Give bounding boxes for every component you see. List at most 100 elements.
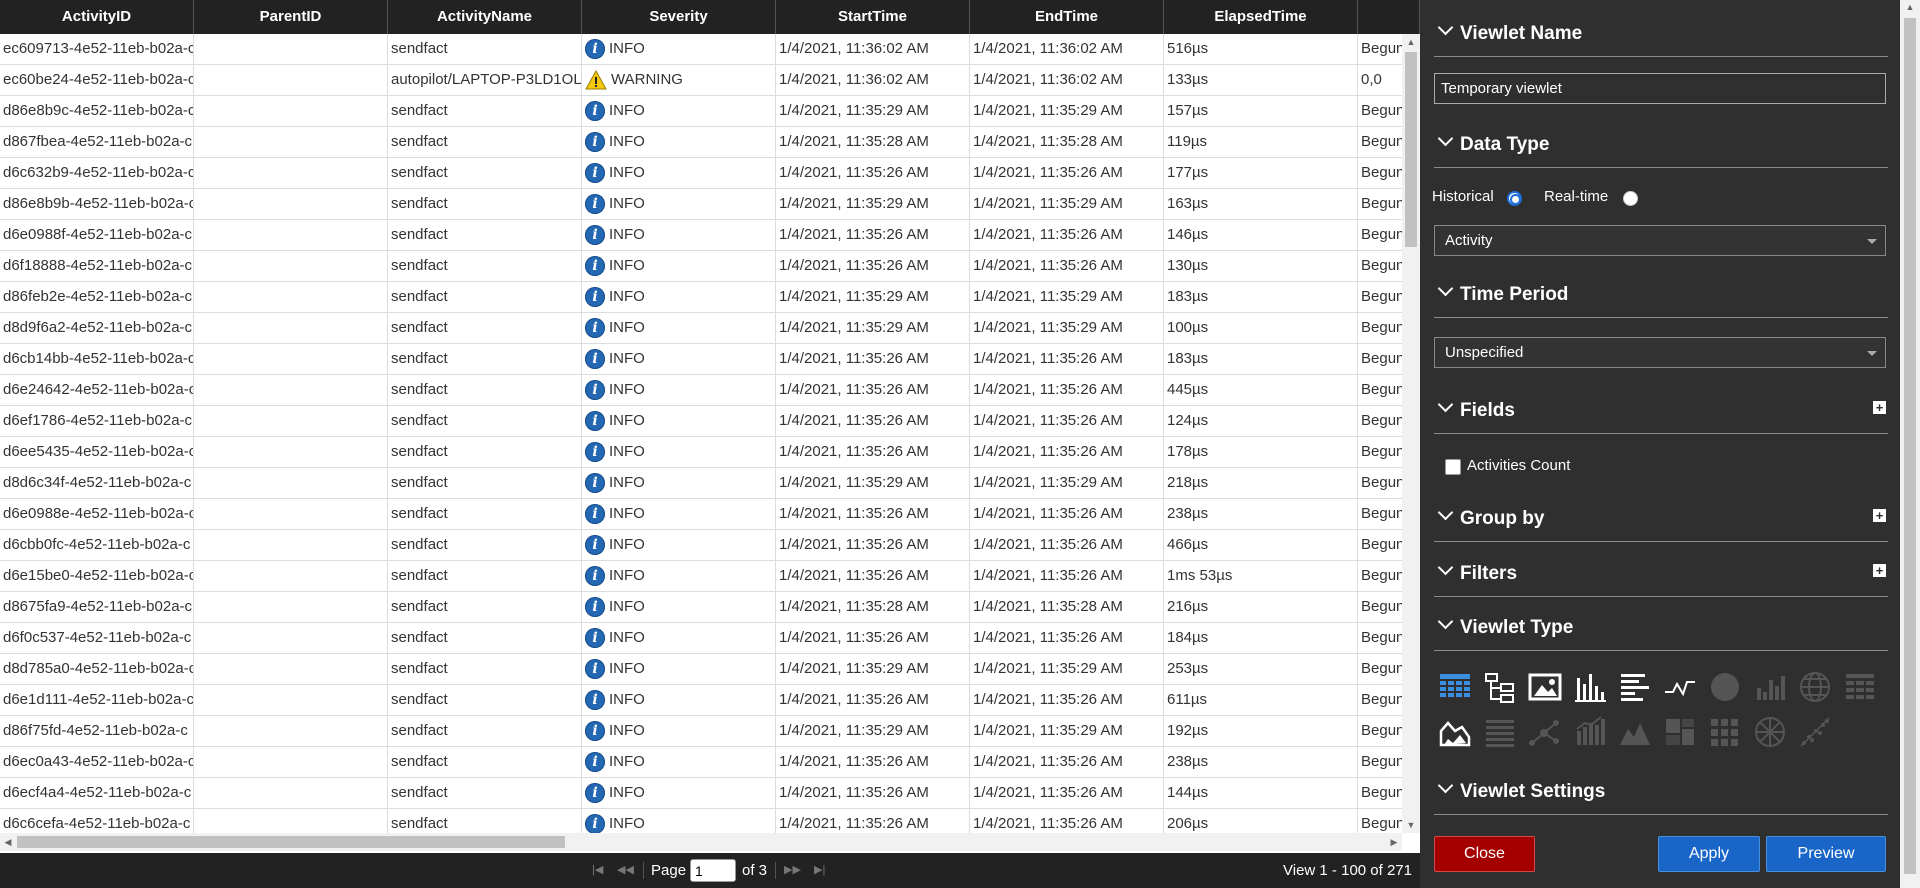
pie-chart-icon[interactable] — [1708, 670, 1742, 704]
column-header[interactable] — [1358, 0, 1420, 34]
section-data-type[interactable]: Data Type — [1434, 127, 1888, 168]
horizontal-bar-icon[interactable] — [1618, 670, 1652, 704]
table-row[interactable]: d86feb2e-4e52-11eb-b02a-c sendfact i INFO 1/… — [0, 282, 1402, 313]
heatmap-icon[interactable] — [1843, 670, 1877, 704]
table-row[interactable]: d6cbb0fc-4e52-11eb-b02a-c sendfact i INFO 1/… — [0, 530, 1402, 561]
add-filter-icon[interactable]: + — [1873, 564, 1886, 577]
table-row[interactable]: d6ee5435-4e52-11eb-b02a-c sendfact i INFO 1/… — [0, 437, 1402, 468]
table-row[interactable]: ec609713-4e52-11eb-b02a-c sendfact i INFO 1/… — [0, 34, 1402, 65]
table-row[interactable]: d867fbea-4e52-11eb-b02a-c sendfact i INFO 1/… — [0, 127, 1402, 158]
horizontal-scroll-thumb[interactable] — [17, 836, 565, 848]
extra-cell: Begun — [1358, 158, 1402, 188]
image-icon[interactable] — [1528, 670, 1562, 704]
column-header[interactable]: ElapsedTime — [1164, 0, 1358, 34]
severity-cell: i INFO — [582, 158, 776, 188]
grid-icon[interactable] — [1708, 715, 1742, 749]
table-row[interactable]: d6ef1786-4e52-11eb-b02a-c sendfact i INFO 1/… — [0, 406, 1402, 437]
table-row[interactable]: d6ecf4a4-4e52-11eb-b02a-c sendfact i INFO 1/… — [0, 778, 1402, 809]
list-icon[interactable] — [1483, 715, 1517, 749]
historical-radio[interactable] — [1507, 191, 1522, 206]
viewlet-name-input[interactable] — [1434, 73, 1886, 104]
table-row[interactable]: d6e15be0-4e52-11eb-b02a-c sendfact i INFO 1/… — [0, 561, 1402, 592]
tree-icon[interactable] — [1483, 670, 1517, 704]
mountain-icon[interactable] — [1618, 715, 1652, 749]
table-row[interactable]: d86e8b9c-4e52-11eb-b02a-c sendfact i INFO 1/… — [0, 96, 1402, 127]
chevron-down-icon[interactable] — [1437, 613, 1454, 630]
chevron-down-icon[interactable] — [1437, 559, 1454, 576]
scatter-plot-icon[interactable] — [1798, 715, 1832, 749]
add-group-by-icon[interactable]: + — [1873, 509, 1886, 522]
globe-icon[interactable] — [1798, 670, 1832, 704]
table-row[interactable]: d8675fa9-4e52-11eb-b02a-c sendfact i INFO 1/… — [0, 592, 1402, 623]
column-header[interactable]: ActivityID — [0, 0, 194, 34]
bar-chart-icon[interactable] — [1573, 670, 1607, 704]
table-row[interactable]: d6cb14bb-4e52-11eb-b02a-c sendfact i INFO 1/… — [0, 344, 1402, 375]
panel-scroll-thumb[interactable] — [1904, 18, 1916, 874]
table-row[interactable]: d6c632b9-4e52-11eb-b02a-c sendfact i INFO 1/… — [0, 158, 1402, 189]
next-page-icon[interactable]: ▶▶ — [784, 853, 801, 888]
scroll-down-arrow-icon[interactable]: ▼ — [1402, 817, 1420, 833]
column-header[interactable]: ActivityName — [388, 0, 582, 34]
apply-button[interactable]: Apply — [1658, 836, 1760, 872]
column-header[interactable]: StartTime — [776, 0, 970, 34]
section-filters[interactable]: Filters + — [1434, 556, 1888, 597]
realtime-radio[interactable] — [1623, 191, 1638, 206]
table-row[interactable]: d6e1d111-4e52-11eb-b02a-c sendfact i INFO 1/… — [0, 685, 1402, 716]
scroll-up-arrow-icon[interactable]: ▲ — [1402, 34, 1420, 50]
stacked-column-icon[interactable] — [1573, 715, 1607, 749]
table-row[interactable]: d6e24642-4e52-11eb-b02a-c sendfact i INFO 1/… — [0, 375, 1402, 406]
time-period-select[interactable]: Unspecified — [1434, 337, 1886, 368]
activities-count-checkbox[interactable] — [1445, 459, 1461, 475]
section-viewlet-name[interactable]: Viewlet Name — [1434, 16, 1888, 57]
table-row[interactable]: d6ec0a43-4e52-11eb-b02a-c sendfact i INFO 1/… — [0, 747, 1402, 778]
close-button[interactable]: Close — [1434, 836, 1535, 872]
table-row[interactable]: ec60be24-4e52-11eb-b02a-c autopilot/LAPTO… — [0, 65, 1402, 96]
column-chart-icon[interactable] — [1753, 670, 1787, 704]
table-row[interactable]: d86f75fd-4e52-11eb-b02a-c sendfact i INFO 1/… — [0, 716, 1402, 747]
chevron-down-icon[interactable] — [1437, 19, 1454, 36]
table-row[interactable]: d6e0988f-4e52-11eb-b02a-c sendfact i INFO 1/… — [0, 220, 1402, 251]
sphere-icon[interactable] — [1753, 715, 1787, 749]
column-header[interactable]: ParentID — [194, 0, 388, 34]
chevron-down-icon[interactable] — [1437, 396, 1454, 413]
column-header[interactable]: EndTime — [970, 0, 1164, 34]
section-fields[interactable]: Fields + — [1434, 393, 1888, 434]
section-time-period[interactable]: Time Period — [1434, 277, 1888, 318]
scatter-icon[interactable] — [1528, 715, 1562, 749]
section-group-by[interactable]: Group by + — [1434, 501, 1888, 542]
table-row[interactable]: d6f18888-4e52-11eb-b02a-c sendfact i INFO 1/… — [0, 251, 1402, 282]
table-row[interactable]: d6f0c537-4e52-11eb-b02a-c sendfact i INFO 1/… — [0, 623, 1402, 654]
scroll-right-arrow-icon[interactable]: ▶ — [1386, 833, 1402, 851]
section-viewlet-type[interactable]: Viewlet Type — [1434, 610, 1888, 651]
table-row[interactable]: d8d6c34f-4e52-11eb-b02a-c sendfact i INFO 1/… — [0, 468, 1402, 499]
area-chart-icon[interactable] — [1438, 715, 1472, 749]
vertical-scroll-thumb[interactable] — [1405, 52, 1417, 247]
scroll-left-arrow-icon[interactable]: ◀ — [0, 833, 16, 851]
last-page-icon[interactable]: ▶| — [814, 853, 825, 888]
table-icon[interactable] — [1438, 670, 1472, 704]
table-row[interactable]: d8d785a0-4e52-11eb-b02a-c sendfact i INFO 1/… — [0, 654, 1402, 685]
activity-id-cell: d6c632b9-4e52-11eb-b02a-c — [0, 158, 194, 188]
table-row[interactable]: d8d9f6a2-4e52-11eb-b02a-c sendfact i INFO 1/… — [0, 313, 1402, 344]
table-row[interactable]: d6c6cefa-4e52-11eb-b02a-c sendfact i INFO 1/… — [0, 809, 1402, 833]
panel-scrollbar[interactable]: ▲ — [1900, 0, 1920, 888]
grid-horizontal-scrollbar[interactable]: ◀ ▶ — [0, 833, 1402, 851]
data-type-select[interactable]: Activity — [1434, 225, 1886, 256]
chevron-down-icon[interactable] — [1437, 130, 1454, 147]
prev-page-icon[interactable]: ◀◀ — [617, 853, 634, 888]
line-chart-icon[interactable] — [1663, 670, 1697, 704]
scroll-up-arrow-icon[interactable]: ▲ — [1900, 2, 1920, 12]
column-header[interactable]: Severity — [582, 0, 776, 34]
chevron-down-icon[interactable] — [1437, 504, 1454, 521]
first-page-icon[interactable]: |◀ — [592, 853, 603, 888]
table-row[interactable]: d86e8b9b-4e52-11eb-b02a-c sendfact i INFO 1/… — [0, 189, 1402, 220]
chevron-down-icon[interactable] — [1437, 280, 1454, 297]
add-field-icon[interactable]: + — [1873, 401, 1886, 414]
treemap-icon[interactable] — [1663, 715, 1697, 749]
page-number-input[interactable] — [690, 859, 736, 882]
preview-button[interactable]: Preview — [1766, 836, 1886, 872]
chevron-down-icon[interactable] — [1437, 777, 1454, 794]
grid-vertical-scrollbar[interactable]: ▲ ▼ — [1402, 34, 1420, 833]
table-row[interactable]: d6e0988e-4e52-11eb-b02a-c sendfact i INFO 1/… — [0, 499, 1402, 530]
section-viewlet-settings[interactable]: Viewlet Settings — [1434, 774, 1888, 815]
